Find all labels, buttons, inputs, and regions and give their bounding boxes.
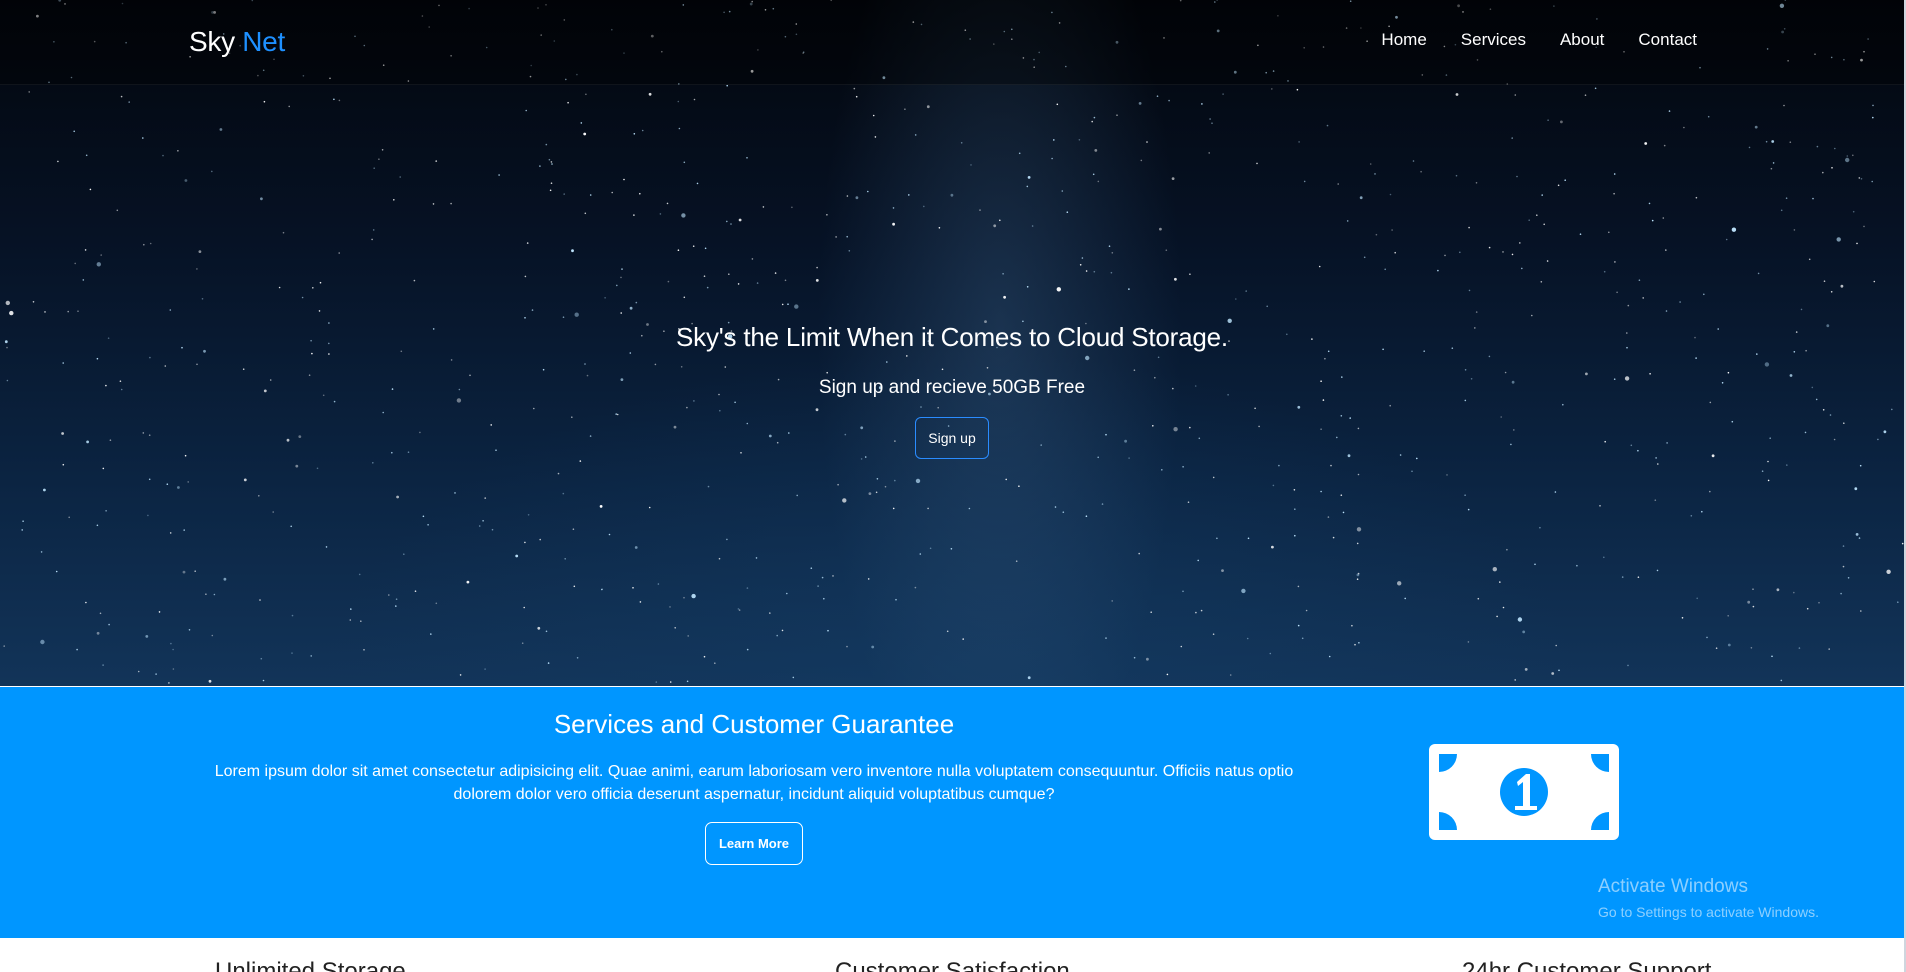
money-bill-icon	[1429, 744, 1619, 840]
page: Sky Net Home Services About Contact Sky'…	[0, 0, 1904, 972]
hero-subtitle: Sign up and recieve 50GB Free	[818, 377, 1086, 398]
nav-links: Home Services About Contact	[1381, 30, 1697, 50]
brand-accent: Net	[242, 26, 285, 57]
activate-windows-title: Activate Windows	[1598, 876, 1748, 897]
navbar: Sky Net Home Services About Contact	[0, 0, 1904, 85]
nav-about[interactable]: About	[1560, 30, 1604, 50]
hero-section: Sky Net Home Services About Contact Sky'…	[0, 0, 1904, 686]
activate-windows-subtitle: Go to Settings to activate Windows.	[1598, 904, 1819, 920]
nav-contact[interactable]: Contact	[1638, 30, 1697, 50]
feature-storage: Unlimited Storage	[215, 958, 406, 972]
feature-support: 24hr Customer Support	[1462, 958, 1712, 972]
hero-title: Sky's the Limit When it Comes to Cloud S…	[676, 322, 1228, 352]
nav-home[interactable]: Home	[1381, 30, 1426, 50]
brand-logo[interactable]: Sky Net	[189, 26, 285, 58]
features-row: Unlimited Storage Customer Satisfaction …	[0, 938, 1904, 972]
feature-satisfaction: Customer Satisfaction	[835, 958, 1070, 972]
nav-services[interactable]: Services	[1461, 30, 1526, 50]
hero-content: Sky's the Limit When it Comes to Cloud S…	[0, 322, 1904, 459]
signup-button[interactable]: Sign up	[915, 417, 989, 459]
activate-windows-overlay: Activate Windows Go to Settings to activ…	[1598, 876, 1819, 920]
services-body: Lorem ipsum dolor sit amet consectetur a…	[214, 763, 1294, 803]
services-text: Services and Customer Guarantee Lorem ip…	[200, 709, 1308, 865]
services-title: Services and Customer Guarantee	[553, 709, 955, 739]
learn-more-button[interactable]: Learn More	[704, 822, 804, 865]
brand-primary: Sky	[189, 26, 235, 57]
